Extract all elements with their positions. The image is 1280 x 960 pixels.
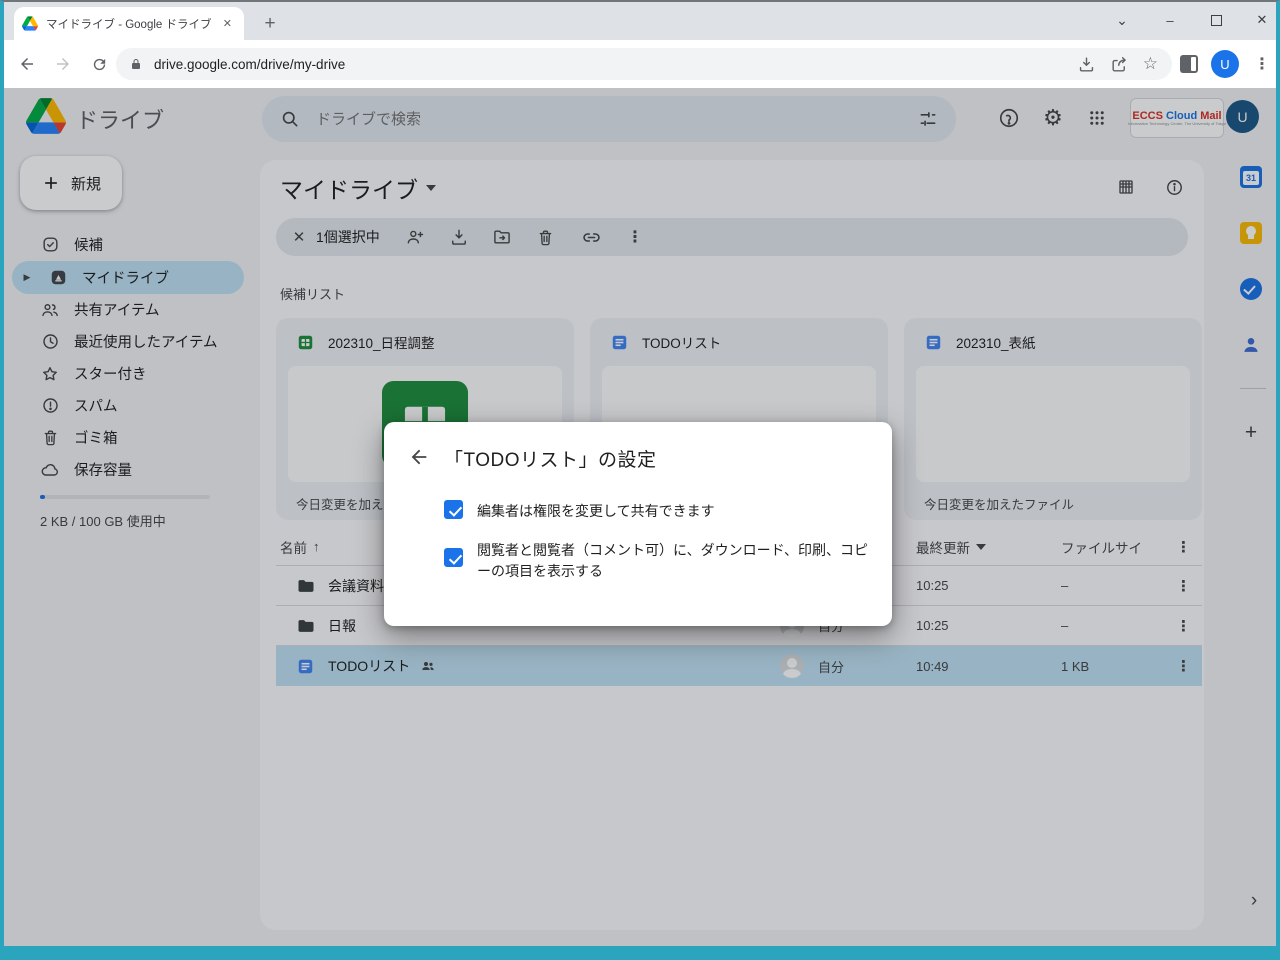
side-panel-icon[interactable]	[1180, 55, 1198, 73]
browser-avatar[interactable]: U	[1211, 50, 1239, 78]
option-label: 閲覧者と閲覧者（コメント可）に、ダウンロード、印刷、コピーの項目を表示する	[477, 540, 873, 582]
tab-title: マイドライブ - Google ドライブ	[46, 16, 211, 32]
address-bar[interactable]: ☆	[116, 48, 1172, 80]
browser-toolbar: ☆ U ⋮	[4, 40, 1276, 88]
browser-menu-icon[interactable]: ⋮	[1250, 49, 1274, 79]
share-icon[interactable]	[1110, 55, 1129, 74]
window-chevron-icon[interactable]: ⌄	[1100, 2, 1144, 38]
tab-close-icon[interactable]: ✕	[219, 15, 236, 32]
browser-window: マイドライブ - Google ドライブ ✕ + ⌄ – ✕	[0, 0, 1280, 960]
lock-icon	[130, 57, 142, 71]
forward-icon[interactable]	[48, 49, 78, 79]
option-label: 編集者は権限を変更して共有できます	[477, 501, 715, 522]
window-close-icon[interactable]: ✕	[1240, 2, 1280, 38]
checkbox-editors-can-share[interactable]	[444, 500, 463, 519]
window-maximize-icon[interactable]	[1194, 2, 1238, 38]
bookmark-star-icon[interactable]: ☆	[1143, 54, 1158, 74]
dialog-back-icon[interactable]	[406, 444, 432, 470]
url-input[interactable]	[152, 56, 1077, 73]
dialog-option: 閲覧者と閲覧者（コメント可）に、ダウンロード、印刷、コピーの項目を表示する	[444, 539, 873, 582]
drive-favicon	[22, 16, 38, 31]
drive-app: ドライブ ⚙ ECCS Cloud Mail Information Techn…	[4, 88, 1276, 946]
back-icon[interactable]	[12, 49, 42, 79]
reload-icon[interactable]	[84, 49, 114, 79]
window-minimize-icon[interactable]: –	[1148, 2, 1192, 38]
checkbox-viewers-can-download[interactable]	[444, 548, 463, 567]
download-icon[interactable]	[1077, 55, 1096, 74]
dialog-title: 「TODOリスト」の設定	[444, 445, 657, 472]
settings-dialog: 「TODOリスト」の設定 編集者は権限を変更して共有できます 閲覧者と閲覧者（コ…	[384, 422, 892, 626]
tab-strip: マイドライブ - Google ドライブ ✕ + ⌄ – ✕	[4, 2, 1276, 40]
browser-tab[interactable]: マイドライブ - Google ドライブ ✕	[14, 7, 244, 40]
dialog-option: 編集者は権限を変更して共有できます	[444, 500, 715, 522]
new-tab-button[interactable]: +	[256, 10, 284, 38]
